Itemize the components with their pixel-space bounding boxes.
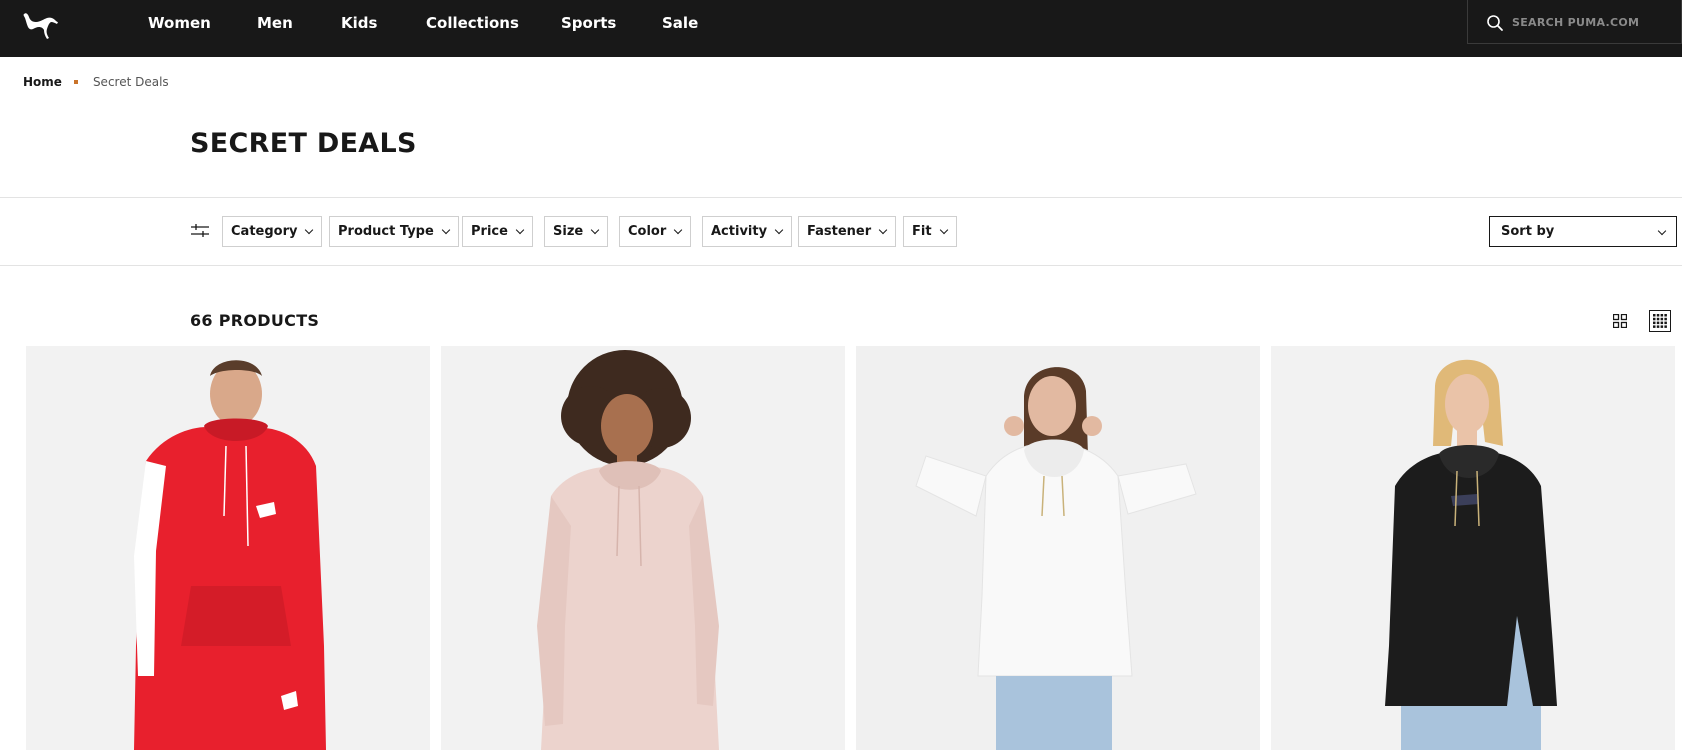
breadcrumb-separator [73,80,78,84]
top-navigation-bar: Women Men Kids Collections Sports Sale [0,0,1682,57]
pink-hoodie-photo [441,346,845,750]
product-card-white-hoodie[interactable] [856,346,1260,750]
nav-women[interactable]: Women [148,14,211,32]
nav-sports[interactable]: Sports [561,14,616,32]
filter-category-label: Category [231,224,298,239]
chevron-down-icon [1657,226,1667,236]
search-input[interactable] [1512,12,1672,32]
chevron-down-icon [590,225,600,234]
chevron-down-icon [774,225,784,234]
red-hoodie-photo [26,346,430,750]
filter-activity[interactable]: Activity [702,216,793,247]
breadcrumb-current: Secret Deals [92,75,169,89]
chevron-down-icon [674,225,683,234]
nav-kids[interactable]: Kids [341,14,377,32]
chevron-down-icon [878,225,888,234]
grid-large-icon [1613,314,1627,328]
filter-bar-top-divider [0,197,1682,198]
black-hoodie-photo [1271,346,1675,750]
white-hoodie-photo [856,346,1260,750]
breadcrumb-home-link[interactable]: Home [23,75,62,89]
product-card-black-hoodie[interactable] [1271,346,1675,750]
filter-product-type-label: Product Type [338,224,434,239]
sliders-icon[interactable] [191,224,209,238]
grid-small-view-button[interactable] [1649,310,1671,332]
nav-sale[interactable]: Sale [662,14,698,32]
nav-collections[interactable]: Collections [426,14,519,32]
sort-by-label: Sort by [1501,224,1555,239]
search-icon[interactable] [1486,14,1504,32]
product-card-red-hoodie[interactable] [26,346,430,750]
product-count: 66 PRODUCTS [190,311,320,330]
product-card-pink-hoodie[interactable] [441,346,845,750]
filter-fastener-label: Fastener [807,224,872,239]
chevron-down-icon [515,225,525,234]
filter-product-type[interactable]: Product Type [329,216,459,247]
filter-price-label: Price [471,224,508,239]
sort-by-dropdown[interactable]: Sort by [1489,216,1677,247]
grid-large-view-button[interactable] [1609,310,1631,332]
filter-price[interactable]: Price [462,216,533,247]
filter-size-label: Size [553,224,584,239]
chevron-down-icon [441,225,451,234]
breadcrumb: Home Secret Deals [23,75,169,89]
filter-category[interactable]: Category [222,216,323,247]
filter-bar-bottom-divider [0,265,1682,266]
puma-logo[interactable] [20,8,60,40]
chevron-down-icon [939,225,948,234]
filter-color-label: Color [628,224,667,239]
grid-small-icon [1653,314,1667,328]
filter-fastener[interactable]: Fastener [798,216,897,247]
page-title: SECRET DEALS [190,128,417,159]
search-box[interactable] [1467,0,1682,44]
chevron-down-icon [305,225,314,234]
filter-color[interactable]: Color [619,216,692,247]
nav-men[interactable]: Men [257,14,293,32]
filter-size[interactable]: Size [544,216,609,247]
filter-fit[interactable]: Fit [903,216,957,247]
filter-activity-label: Activity [711,224,768,239]
filter-fit-label: Fit [912,224,932,239]
